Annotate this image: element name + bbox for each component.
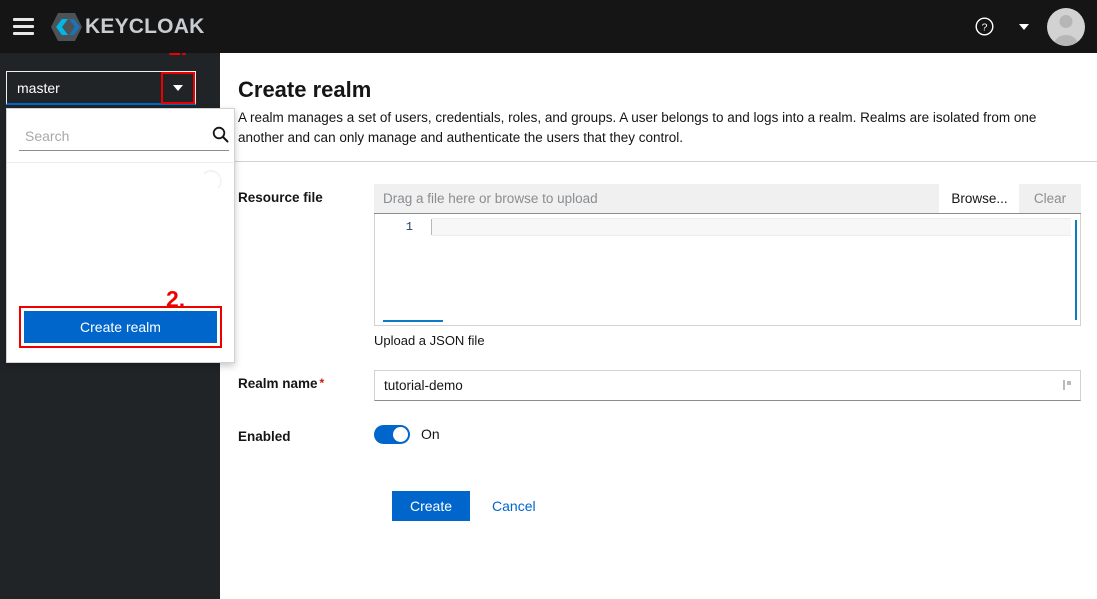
cancel-button[interactable]: Cancel <box>480 491 548 521</box>
clear-button[interactable]: Clear <box>1019 183 1081 213</box>
toggle-knob <box>393 426 408 442</box>
editor-horizontal-scrollbar[interactable] <box>383 319 443 322</box>
masthead: KEYCLOAK ? <box>0 0 1097 53</box>
editor-gutter: 1 <box>375 213 423 325</box>
realm-name-label: Realm name * <box>238 370 374 391</box>
resize-grip-icon[interactable] <box>1059 377 1075 393</box>
form-row-realm-name: Realm name * <box>238 369 1081 401</box>
editor-text-cursor <box>431 218 432 235</box>
realm-name-input[interactable] <box>375 370 1059 400</box>
realm-search-row <box>7 109 234 163</box>
form-row-enabled: Enabled On <box>238 423 1081 444</box>
create-realm-form: Resource file Drag a file here or browse… <box>220 162 1097 521</box>
realm-name-field <box>374 369 1081 401</box>
editor-vertical-scrollbar[interactable] <box>1075 219 1077 320</box>
enabled-state-label: On <box>421 426 440 443</box>
realm-name-input-wrapper <box>374 369 1081 401</box>
hamburger-bar <box>12 18 34 21</box>
browse-button[interactable]: Browse... <box>939 183 1019 213</box>
keycloak-hexagon-logo-icon <box>50 12 83 42</box>
svg-text:?: ? <box>981 22 987 34</box>
user-menu-chevron-down-icon[interactable] <box>1007 8 1041 46</box>
help-icon[interactable]: ? <box>965 8 1003 46</box>
required-asterisk: * <box>319 375 325 390</box>
caret-down-glyph <box>173 84 183 91</box>
create-realm-button[interactable]: Create realm <box>24 311 217 343</box>
json-code-editor[interactable]: 1 <box>374 213 1081 326</box>
editor-line-number: 1 <box>405 219 413 234</box>
enabled-toggle-switch-on-icon[interactable] <box>374 424 410 444</box>
realm-list <box>7 163 234 306</box>
main-content: Create realm A realm manages a set of us… <box>220 53 1097 599</box>
realm-search-input[interactable] <box>19 121 212 151</box>
hamburger-bar <box>12 32 34 35</box>
keycloak-admin-console: KEYCLOAK ? master Search Create realm 2.… <box>0 0 1097 599</box>
create-button[interactable]: Create <box>392 490 471 521</box>
realm-selector-label: master <box>17 79 60 96</box>
page-header: Create realm A realm manages a set of us… <box>220 53 1097 148</box>
loading-spinner-icon <box>200 170 222 192</box>
file-drop-placeholder: Drag a file here or browse to upload <box>383 190 598 206</box>
realm-selector[interactable]: master <box>6 71 196 105</box>
chevron-down-glyph <box>1019 23 1029 30</box>
hamburger-menu-icon[interactable] <box>0 0 46 53</box>
user-avatar[interactable] <box>1047 7 1085 46</box>
enabled-field: On <box>374 423 1081 444</box>
search-icon <box>212 126 229 146</box>
form-actions: Create Cancel <box>238 490 1081 521</box>
realm-search-button[interactable] <box>212 121 229 151</box>
realm-name-label-text: Realm name <box>238 375 318 391</box>
resource-file-helper-text: Upload a JSON file <box>374 332 485 348</box>
realm-selector-caret-down-icon[interactable] <box>161 71 195 104</box>
create-realm-highlight-box: Create realm <box>19 306 222 348</box>
enabled-label: Enabled <box>238 428 291 444</box>
resource-file-field: Drag a file here or browse to upload Bro… <box>374 183 1081 348</box>
annotation-step-2: 2. <box>166 286 186 312</box>
form-row-resource-file: Resource file Drag a file here or browse… <box>238 183 1081 348</box>
enabled-toggle-row: On <box>374 423 1081 444</box>
realm-dropdown-panel: Create realm <box>6 108 235 363</box>
resource-file-label: Resource file <box>238 189 323 205</box>
realm-dropdown-footer: Create realm <box>7 306 234 362</box>
page-description: A realm manages a set of users, credenti… <box>238 110 1037 145</box>
file-upload-bar[interactable]: Drag a file here or browse to upload Bro… <box>374 183 1081 214</box>
brand-logo[interactable]: KEYCLOAK <box>50 12 204 42</box>
brand-name: KEYCLOAK <box>85 15 205 38</box>
hamburger-bar <box>12 25 34 28</box>
page-title: Create realm <box>238 77 372 102</box>
editor-active-line <box>432 217 1071 236</box>
